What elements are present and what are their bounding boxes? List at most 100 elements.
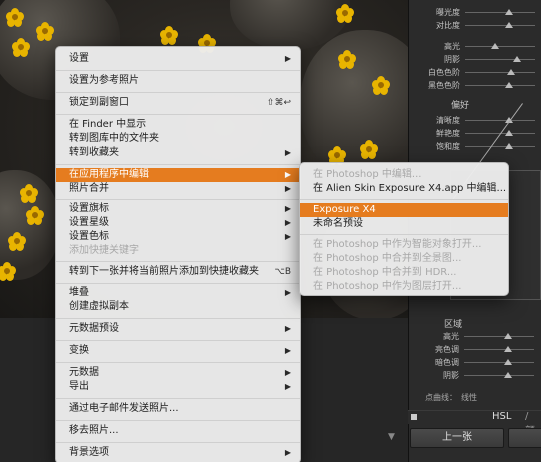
slider-track[interactable] xyxy=(465,120,535,121)
menu-item-virtual-copy[interactable]: 创建虚拟副本 xyxy=(56,300,300,314)
menu-divider xyxy=(56,164,300,165)
menu-item-show-in-finder[interactable]: 在 Finder 中显示 xyxy=(56,118,300,132)
slider-track[interactable] xyxy=(465,85,535,86)
next-button[interactable] xyxy=(508,428,541,448)
slider-thumb[interactable] xyxy=(505,130,513,136)
slider-vibrance[interactable]: 鲜艳度 xyxy=(409,127,541,139)
slider-track[interactable] xyxy=(465,25,535,26)
slider-thumb[interactable] xyxy=(504,333,512,339)
menu-divider xyxy=(56,70,300,71)
menu-item-transform[interactable]: 变换 ▶ xyxy=(56,344,300,358)
menu-item-set-rating[interactable]: 设置星级 ▶ xyxy=(56,216,300,230)
slider-region-lights[interactable]: 亮色调 xyxy=(408,343,541,355)
slider-whites[interactable]: 白色色阶 xyxy=(409,66,541,78)
previous-button[interactable]: 上一张 xyxy=(410,428,504,448)
slider-thumb[interactable] xyxy=(513,56,521,62)
section-title-presence: 偏好 xyxy=(451,101,470,111)
slider-thumb[interactable] xyxy=(491,43,499,49)
menu-item-add-keyword: 添加快捷关键字 xyxy=(56,244,300,258)
slider-label: 白色色阶 xyxy=(428,68,460,77)
slider-label: 饱和度 xyxy=(436,142,460,151)
slider-thumb[interactable] xyxy=(505,82,513,88)
submenu-item-edit-in-alien-skin[interactable]: 在 Alien Skin Exposure X4.app 中编辑... xyxy=(300,182,508,196)
submenu-arrow-icon: ▶ xyxy=(284,382,291,391)
submenu-arrow-icon: ▶ xyxy=(284,324,291,333)
slider-label: 阴影 xyxy=(444,55,460,64)
slider-thumb[interactable] xyxy=(505,143,513,149)
slider-highlights[interactable]: 高光 xyxy=(409,40,541,52)
menu-item-background-options[interactable]: 背景选项 ▶ xyxy=(56,446,300,460)
slider-thumb[interactable] xyxy=(504,372,512,378)
tab-hsl[interactable]: HSL xyxy=(492,411,511,422)
menu-divider xyxy=(56,114,300,115)
slider-shadows[interactable]: 阴影 xyxy=(409,53,541,65)
slider-label: 鲜艳度 xyxy=(436,129,460,138)
slider-region-shadows[interactable]: 阴影 xyxy=(408,369,541,381)
menu-shortcut: ⌥B xyxy=(274,267,291,277)
menu-item-label: Exposure X4 xyxy=(313,204,376,215)
menu-item-label: 设置旗标 xyxy=(69,203,109,214)
slider-track[interactable] xyxy=(465,72,535,73)
menu-item-label: 创建虚拟副本 xyxy=(69,301,129,312)
slider-track[interactable] xyxy=(464,375,534,376)
menu-item-label: 设置色标 xyxy=(69,231,109,242)
slider-thumb[interactable] xyxy=(507,69,515,75)
slider-thumb[interactable] xyxy=(504,346,512,352)
submenu-arrow-icon: ▶ xyxy=(284,346,291,355)
slider-track[interactable] xyxy=(465,59,535,60)
slider-track[interactable] xyxy=(464,349,534,350)
menu-item-next-add-quick-collection[interactable]: 转到下一张并将当前照片添加到快捷收藏夹 ⌥B xyxy=(56,265,300,279)
slider-label: 对比度 xyxy=(436,21,460,30)
menu-item-lock-secondary[interactable]: 锁定到副窗口 ⇧⌘↩ xyxy=(56,96,300,110)
menu-item-label: 元数据 xyxy=(69,367,99,378)
menu-item-label: 照片合并 xyxy=(69,183,109,194)
submenu-item-open-smart-object: 在 Photoshop 中作为智能对象打开... xyxy=(300,238,508,252)
slider-track[interactable] xyxy=(464,336,534,337)
slider-thumb[interactable] xyxy=(504,359,512,365)
menu-item-settings[interactable]: 设置 ▶ xyxy=(56,52,300,66)
submenu-item-exposure-x4[interactable]: Exposure X4 xyxy=(300,203,508,217)
slider-contrast[interactable]: 对比度 xyxy=(409,19,541,31)
submenu-item-unnamed-preset[interactable]: 未命名预设 xyxy=(300,217,508,231)
menu-item-label: 导出 xyxy=(69,381,89,392)
slider-exposure[interactable]: 曝光度 xyxy=(409,6,541,18)
slider-thumb[interactable] xyxy=(505,22,513,28)
menu-item-metadata[interactable]: 元数据 ▶ xyxy=(56,366,300,380)
submenu-arrow-icon: ▶ xyxy=(284,448,291,457)
menu-item-remove-photo[interactable]: 移去照片... xyxy=(56,424,300,438)
menu-item-set-reference[interactable]: 设置为参考照片 xyxy=(56,74,300,88)
slider-thumb[interactable] xyxy=(505,9,513,15)
slider-blacks[interactable]: 黑色色阶 xyxy=(409,79,541,91)
menu-divider xyxy=(56,420,300,421)
menu-item-stacking[interactable]: 堆叠 ▶ xyxy=(56,286,300,300)
menu-item-set-color-label[interactable]: 设置色标 ▶ xyxy=(56,230,300,244)
slider-clarity[interactable]: 清晰度 xyxy=(409,114,541,126)
slider-track[interactable] xyxy=(465,46,535,47)
slider-track[interactable] xyxy=(465,12,535,13)
menu-item-set-flag[interactable]: 设置旗标 ▶ xyxy=(56,202,300,216)
menu-item-label: 设置星级 xyxy=(69,217,109,228)
menu-item-edit-in[interactable]: 在应用程序中编辑 ▶ xyxy=(56,168,300,182)
chevron-down-icon[interactable]: ▼ xyxy=(388,432,395,442)
edit-in-submenu: 在 Photoshop 中编辑... 在 Alien Skin Exposure… xyxy=(299,162,509,296)
submenu-arrow-icon: ▶ xyxy=(284,148,291,157)
point-curve-selector[interactable]: 点曲线： 线性 xyxy=(425,392,481,403)
slider-track[interactable] xyxy=(465,146,535,147)
point-curve-value[interactable]: 线性 xyxy=(461,393,477,402)
menu-divider xyxy=(56,199,300,200)
menu-item-photo-merge[interactable]: 照片合并 ▶ xyxy=(56,182,300,196)
menu-item-go-to-folder[interactable]: 转到图库中的文件夹 xyxy=(56,132,300,146)
menu-item-label: 变换 xyxy=(69,345,89,356)
menu-item-metadata-presets[interactable]: 元数据预设 ▶ xyxy=(56,322,300,336)
menu-divider xyxy=(56,398,300,399)
slider-region-highlights[interactable]: 高光 xyxy=(408,330,541,342)
menu-item-export[interactable]: 导出 ▶ xyxy=(56,380,300,394)
menu-item-go-to-collection[interactable]: 转到收藏夹 ▶ xyxy=(56,146,300,160)
menu-divider xyxy=(56,442,300,443)
slider-saturation[interactable]: 饱和度 xyxy=(409,140,541,152)
slider-track[interactable] xyxy=(464,362,534,363)
menu-item-label: 在 Alien Skin Exposure X4.app 中编辑... xyxy=(313,183,507,194)
menu-item-email-photo[interactable]: 通过电子邮件发送照片... xyxy=(56,402,300,416)
panel-pin-icon[interactable] xyxy=(411,414,417,420)
slider-region-darks[interactable]: 暗色调 xyxy=(408,356,541,368)
